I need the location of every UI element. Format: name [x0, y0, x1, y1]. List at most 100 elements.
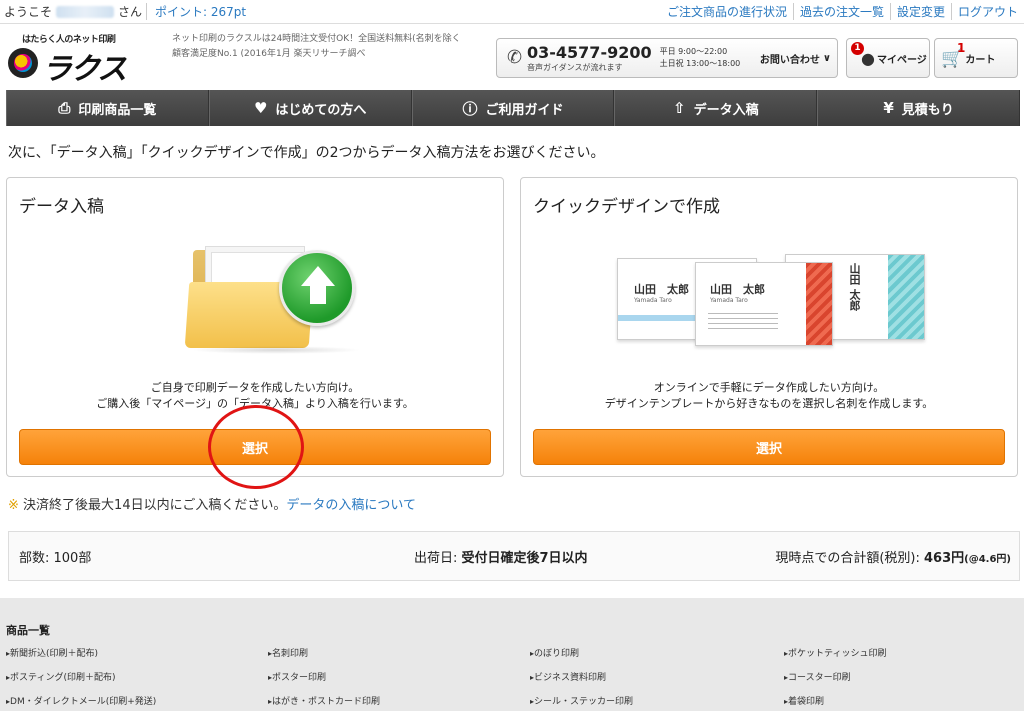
settings-link[interactable]: 設定変更: [889, 3, 951, 20]
footer-link[interactable]: ポケットティッシュ印刷: [784, 646, 1016, 659]
printer-icon: ⎙: [58, 99, 71, 117]
desc-line-1: ご自身で印刷データを作成したい方向け。: [150, 381, 360, 394]
footer-link[interactable]: 着袋印刷: [784, 694, 1016, 707]
footer-link[interactable]: 新聞折込(印刷＋配布): [6, 646, 268, 659]
footer-link[interactable]: ビジネス資料印刷: [530, 670, 784, 683]
raksul-logo[interactable]: はたらく人のネット印刷 ラクスル: [8, 32, 148, 131]
phone-hours: 平日 9:00〜22:00 土日祝 13:00〜18:00: [660, 46, 741, 70]
folder-upload-illustration: [184, 246, 367, 356]
chevron-down-icon: ∨: [822, 52, 831, 64]
card-side-pattern: [888, 255, 924, 339]
welcome-message: ようこそ さん: [4, 3, 142, 20]
nav-guide[interactable]: ⓘ ご利用ガイド: [411, 90, 615, 126]
yen-icon: ¥: [883, 99, 894, 117]
nav-estimate-label: 見積もり: [901, 102, 954, 118]
account-links: ご注文商品の進行状況 過去の注文一覧 設定変更 ログアウト: [661, 3, 1024, 20]
total-value: 463円: [924, 550, 965, 566]
note-text: 決済終了後最大14日以内にご入稿ください。: [23, 498, 287, 513]
data-upload-info-link[interactable]: データの入稿について: [286, 498, 416, 513]
ship-date: 出荷日: 受付日確定後7日以内: [414, 547, 588, 566]
desc-line-2: デザインテンプレートから好きなものを選択し名刺を作成します。: [604, 397, 934, 410]
nav-products[interactable]: ⎙ 印刷商品一覧: [6, 90, 209, 126]
unit-price: (@4.6円): [964, 553, 1011, 565]
welcome-suffix: さん: [118, 5, 143, 19]
order-progress-link[interactable]: ご注文商品の進行状況: [661, 3, 793, 20]
footer-link[interactable]: 名刺印刷: [268, 646, 530, 659]
upload-deadline-note: ※ 決済終了後最大14日以内にご入稿ください。データの入稿について: [8, 494, 416, 513]
order-history-link[interactable]: 過去の注文一覧: [792, 3, 890, 20]
data-upload-title: データ入稿: [19, 197, 104, 217]
data-upload-description: ご自身で印刷データを作成したい方向け。 ご購入後「マイページ」の「データ入稿」よ…: [7, 380, 503, 412]
quick-design-select-button[interactable]: 選択: [533, 429, 1005, 465]
nav-data-upload[interactable]: ⇧ データ入稿: [614, 90, 818, 126]
order-summary: 部数: 100部 出荷日: 受付日確定後7日以内 現時点での合計額(税別): 4…: [8, 531, 1020, 581]
quick-design-title: クイックデザインで作成: [533, 197, 720, 217]
hours-weekday: 平日 9:00〜22:00: [659, 47, 728, 56]
sample-romaji: Yamada Taro: [634, 297, 672, 304]
business-card-illustration: 山田 太郎 Yamada Taro 山田 太郎 山田 太郎 Yamada Tar…: [591, 246, 951, 358]
logo-mark-icon: [8, 48, 38, 78]
arrow-stem: [310, 286, 326, 304]
data-upload-card: データ入稿 ご自身で印刷データを作成したい方向け。 ご購入後「マイページ」の「デ…: [6, 177, 504, 477]
mypage-button[interactable]: 1 ● マイページ: [846, 38, 930, 78]
hours-weekend: 土日祝 13:00〜18:00: [659, 59, 741, 68]
sample-name: 山田 太郎: [710, 283, 765, 296]
phone-number: 03-4577-9200: [527, 42, 652, 62]
footer-link[interactable]: DM・ダイレクトメール(印刷+発送): [6, 694, 268, 707]
footer-product-list: 商品一覧 新聞折込(印刷＋配布) 名刺印刷 のぼり印刷 ポケットティッシュ印刷 …: [0, 598, 1024, 711]
nav-first-time-label: はじめての方へ: [275, 102, 367, 118]
nav-guide-label: ご利用ガイド: [485, 102, 564, 118]
nav-first-time[interactable]: ♥ はじめての方へ: [208, 90, 412, 126]
footer-link[interactable]: のぼり印刷: [530, 646, 784, 659]
sample-vertical-name: 山田 太郎: [848, 263, 861, 311]
upload-icon: ⇧: [672, 99, 686, 117]
footer-link[interactable]: コースター印刷: [784, 670, 1016, 683]
business-card-sample: 山田 太郎 Yamada Taro: [695, 262, 833, 346]
sample-name: 山田 太郎: [634, 283, 689, 296]
nav-data-upload-label: データ入稿: [693, 102, 759, 118]
user-name-blurred: [56, 5, 115, 18]
footer-heading: 商品一覧: [6, 624, 50, 637]
cart-button[interactable]: 1 🛒 カート: [934, 38, 1018, 78]
footer-link[interactable]: はがき・ポストカード印刷: [268, 694, 530, 707]
mypage-label: マイページ: [876, 54, 927, 66]
contact-dropdown[interactable]: お問い合わせ ∨: [760, 51, 831, 66]
tagline-line-2: 顧客満足度No.1 (2016年1月 楽天リサーチ調べ: [172, 49, 366, 59]
data-upload-select-button[interactable]: 選択: [19, 429, 491, 465]
welcome-prefix: ようこそ: [4, 5, 53, 19]
footer-list: 新聞折込(印刷＋配布) 名刺印刷 のぼり印刷 ポケットティッシュ印刷 ポスティン…: [6, 646, 1016, 707]
ship-label: 出荷日:: [414, 550, 462, 566]
phone-contact-box: ✆ 03-4577-9200 音声ガイダンスが流れます 平日 9:00〜22:0…: [496, 38, 838, 78]
phone-icon: ✆: [507, 47, 523, 68]
cart-label: カート: [965, 54, 996, 66]
phone-number-block: 03-4577-9200 音声ガイダンスが流れます: [527, 42, 652, 73]
heart-icon: ♥: [253, 99, 268, 117]
note-mark: ※: [8, 498, 19, 513]
card-text-lines: [708, 313, 778, 329]
logout-link[interactable]: ログアウト: [950, 3, 1024, 20]
main-nav: ⎙ 印刷商品一覧 ♥ はじめての方へ ⓘ ご利用ガイド ⇧ データ入稿 ¥ 見積…: [6, 90, 1020, 126]
points-link[interactable]: ポイント: 267pt: [146, 3, 246, 20]
total-label: 現時点での合計額(税別):: [775, 550, 924, 566]
footer-link[interactable]: ポスター印刷: [268, 670, 530, 683]
desc-line-1: オンラインで手軽にデータ作成したい方向け。: [653, 381, 885, 394]
footer-link[interactable]: シール・ステッカー印刷: [530, 694, 784, 707]
folder-shadow: [191, 346, 361, 354]
sample-romaji: Yamada Taro: [710, 297, 748, 304]
arrow-head: [301, 266, 335, 286]
site-header: はたらく人のネット印刷 ラクスル ネット印刷のラクスルは24時間注文受付OK！全…: [0, 24, 1024, 131]
footer-link[interactable]: ポスティング(印刷＋配布): [6, 670, 268, 683]
desc-line-2: ご購入後「マイページ」の「データ入稿」より入稿を行います。: [96, 397, 414, 410]
ship-value: 受付日確定後7日以内: [461, 550, 588, 566]
card-side-pattern: [806, 263, 832, 345]
quick-design-card: クイックデザインで作成 山田 太郎 Yamada Taro 山田 太郎 山田 太…: [520, 177, 1018, 477]
instruction-text: 次に、「データ入稿」「クイックデザインで作成」の2つからデータ入稿方法をお選びく…: [8, 145, 605, 161]
phone-guide: 音声ガイダンスが流れます: [527, 62, 623, 72]
header-tagline: ネット印刷のラクスルは24時間注文受付OK！全国送料無料(名刺を除く 顧客満足度…: [172, 32, 472, 62]
total-price: 現時点での合計額(税別): 463円(@4.6円): [775, 547, 1011, 566]
mypage-badge: 1: [851, 42, 864, 55]
quick-design-description: オンラインで手軽にデータ作成したい方向け。 デザインテンプレートから好きなものを…: [521, 380, 1017, 412]
nav-estimate[interactable]: ¥ 見積もり: [817, 90, 1020, 126]
quantity: 部数: 100部: [19, 550, 92, 566]
question-icon: ⓘ: [462, 99, 478, 118]
